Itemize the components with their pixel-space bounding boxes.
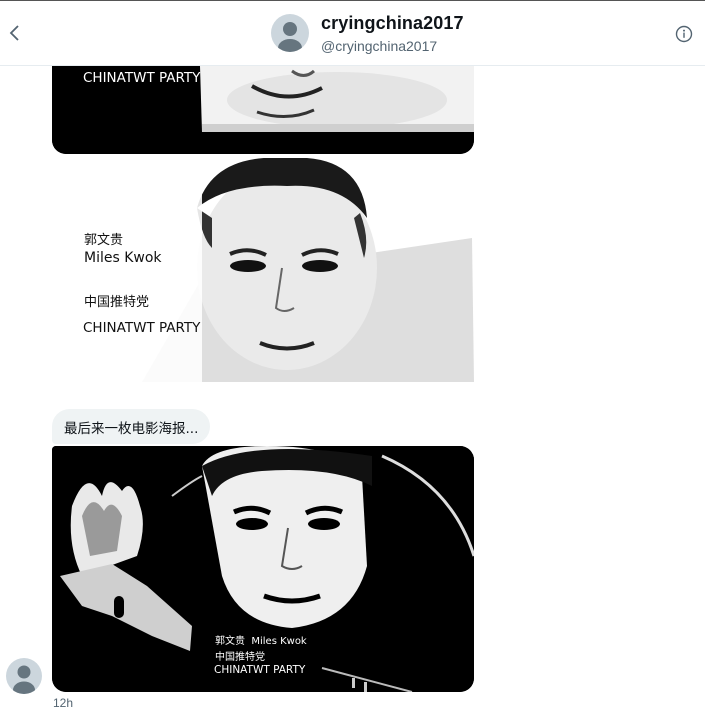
poster-party-cn: 中国推特党 (215, 652, 265, 663)
header-display-name[interactable]: cryingchina2017 (321, 13, 464, 34)
message-timestamp: 12h (53, 696, 74, 710)
poster-name-cn: 郭文贵 (84, 233, 124, 248)
chevron-left-icon (9, 25, 19, 41)
header-handle: @cryingchina2017 (321, 38, 438, 54)
media-image-3[interactable]: 郭文贵 Miles Kwok 中国推特党 CHINATWT PARTY (52, 446, 474, 692)
poster-name-line: 郭文贵 Miles Kwok (215, 636, 307, 647)
sender-avatar[interactable] (6, 658, 42, 694)
message-bubble[interactable]: 最后来一枚电影海报... (52, 409, 211, 444)
media-image-1[interactable]: CHINATWT PARTY (52, 66, 474, 154)
poster-party-en: CHINATWT PARTY (83, 320, 201, 336)
back-button[interactable] (4, 21, 26, 45)
poster-portrait-graphic (52, 158, 474, 382)
info-icon (675, 25, 693, 43)
poster-party-en: CHINATWT PARTY (214, 664, 306, 676)
message-text: 最后来一枚电影海报... (64, 420, 199, 437)
info-button[interactable] (674, 24, 694, 44)
header-avatar[interactable] (271, 14, 309, 52)
poster-party-en: CHINATWT PARTY (83, 70, 201, 86)
conversation-header: cryingchina2017 @cryingchina2017 (0, 0, 705, 66)
poster-name-en: Miles Kwok (84, 250, 162, 266)
media-image-2[interactable]: 郭文贵 Miles Kwok 中国推特党 CHINATWT PARTY (52, 158, 474, 382)
poster-party-cn: 中国推特党 (84, 295, 150, 310)
